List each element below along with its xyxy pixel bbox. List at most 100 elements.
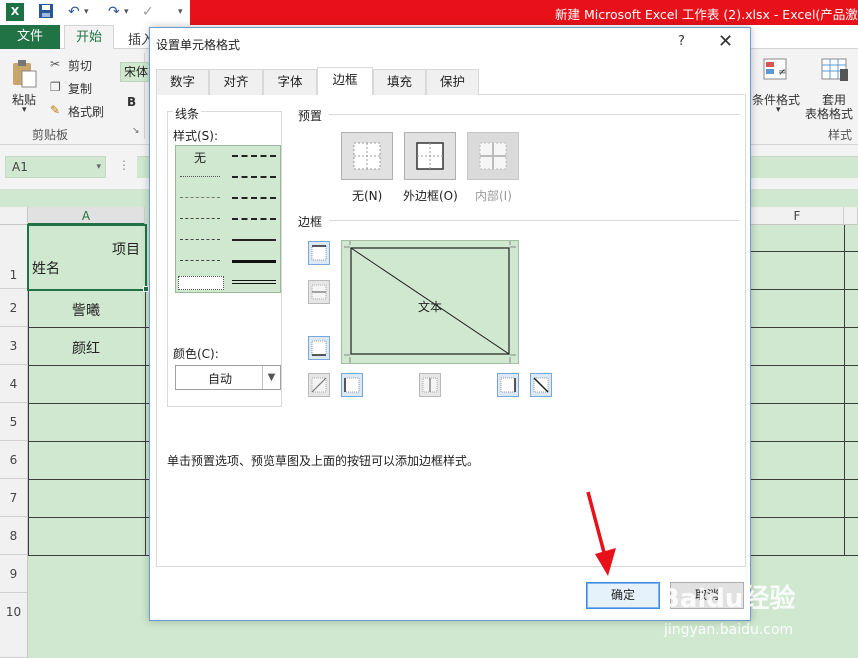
row-header-7[interactable]: 7 [0, 479, 28, 517]
line-style-option[interactable] [180, 260, 220, 261]
border-divider [329, 220, 739, 221]
format-painter-button[interactable]: 格式刷 [68, 103, 104, 120]
row-header-6[interactable]: 6 [0, 441, 28, 479]
save-icon[interactable] [38, 3, 54, 21]
tab-fill[interactable]: 填充 [373, 69, 426, 95]
border-top-button[interactable] [308, 241, 330, 265]
select-all-corner[interactable] [0, 207, 28, 225]
copy-icon[interactable]: ❐ [50, 80, 61, 94]
row-header-5[interactable]: 5 [0, 403, 28, 441]
table-border [28, 479, 150, 480]
svg-text:≠: ≠ [778, 67, 786, 78]
line-style-option[interactable] [232, 197, 276, 199]
border-diagonal-up-icon [311, 377, 327, 393]
line-style-list[interactable]: 无 [175, 145, 281, 293]
conditional-format-dropdown-icon[interactable]: ▾ [776, 105, 781, 115]
line-style-option[interactable] [232, 218, 276, 220]
preset-outline-button[interactable] [404, 132, 456, 180]
line-style-option[interactable] [232, 155, 276, 157]
tab-font[interactable]: 字体 [263, 69, 317, 95]
preset-divider [329, 114, 739, 115]
line-style-option[interactable] [232, 260, 276, 263]
annotation-arrow-icon [586, 491, 616, 576]
row-header-4[interactable]: 4 [0, 365, 28, 403]
border-section-label: 边框 [298, 215, 323, 229]
preset-none-label[interactable]: 无(N) [352, 187, 382, 204]
redo-dropdown-icon[interactable]: ▾ [124, 3, 129, 21]
font-name-box[interactable]: 宋体 [120, 62, 150, 82]
color-select[interactable]: 自动 ▼ [175, 365, 281, 390]
tab-protection[interactable]: 保护 [426, 69, 479, 95]
row-header-1[interactable]: 1 [0, 225, 28, 289]
preset-outline-label[interactable]: 外边框(O) [403, 187, 458, 204]
tab-alignment[interactable]: 对齐 [209, 69, 263, 95]
row-header-10[interactable]: 10 [0, 593, 28, 658]
column-header-f[interactable]: F [751, 207, 844, 225]
row-header-8[interactable]: 8 [0, 517, 28, 555]
undo-icon[interactable]: ↶ [68, 3, 80, 21]
tab-border[interactable]: 边框 [317, 67, 373, 96]
border-left-button[interactable] [341, 373, 363, 397]
line-style-option[interactable] [180, 176, 220, 177]
name-box-dropdown-icon[interactable]: ▾ [96, 157, 101, 177]
border-diagonal-down-button[interactable] [530, 373, 552, 397]
close-icon[interactable]: ✕ [718, 31, 733, 52]
redo-icon[interactable]: ↷ [108, 3, 120, 21]
border-preview[interactable]: 文本 [341, 240, 519, 364]
column-header-a[interactable]: A [28, 207, 145, 225]
bold-button[interactable]: B [127, 95, 136, 109]
cut-button[interactable]: 剪切 [68, 57, 92, 74]
copy-button[interactable]: 复制 [68, 80, 92, 97]
preset-inside-button [467, 132, 519, 180]
paste-icon[interactable] [10, 59, 38, 92]
cell-a1-name: 姓名 [32, 261, 60, 277]
preset-none-icon [353, 142, 381, 170]
style-label: 样式(S): [173, 129, 219, 143]
line-style-option[interactable] [180, 197, 220, 198]
color-label: 颜色(C): [173, 347, 219, 361]
table-border [28, 517, 150, 518]
dialog-title: 设置单元格格式 [156, 38, 241, 52]
border-inside-horizontal-button[interactable] [308, 280, 330, 304]
line-style-option[interactable] [232, 176, 276, 178]
line-style-selected-thin[interactable] [178, 276, 224, 290]
spelling-icon[interactable]: ✓ [142, 3, 154, 21]
tab-home[interactable]: 开始 [64, 25, 114, 50]
row-header-3[interactable]: 3 [0, 327, 28, 365]
ok-button[interactable]: 确定 [586, 582, 660, 609]
column-header-g[interactable] [844, 207, 858, 225]
styles-group-label: 样式 [828, 128, 853, 142]
row-header-2[interactable]: 2 [0, 289, 28, 327]
clipboard-launcher-icon[interactable]: ↘ [132, 126, 140, 136]
cut-icon[interactable]: ✂ [50, 57, 60, 71]
border-diagonal-up-button[interactable] [308, 373, 330, 397]
cell-a3[interactable]: 颜红 [72, 338, 100, 358]
paste-dropdown-icon[interactable]: ▾ [22, 105, 27, 115]
table-border [28, 327, 150, 328]
table-format-icon[interactable] [820, 57, 850, 86]
border-right-button[interactable] [497, 373, 519, 397]
customize-qat-icon[interactable]: ▾ [178, 3, 183, 21]
conditional-format-icon[interactable]: ≠ [762, 57, 790, 86]
chevron-down-icon[interactable]: ▼ [262, 366, 280, 389]
tab-number[interactable]: 数字 [156, 69, 209, 95]
help-button[interactable]: ? [678, 34, 685, 49]
color-select-value: 自动 [208, 372, 233, 386]
undo-dropdown-icon[interactable]: ▾ [84, 3, 89, 21]
line-style-option[interactable] [232, 239, 276, 241]
cell-a2[interactable]: 訾曦 [72, 300, 100, 320]
preset-none-button[interactable] [341, 132, 393, 180]
table-border [751, 327, 858, 328]
line-style-option[interactable] [232, 280, 276, 284]
row-header-9[interactable]: 9 [0, 555, 28, 593]
format-painter-icon[interactable]: ✎ [50, 103, 60, 117]
table-format-button-line2[interactable]: 表格格式 [805, 105, 853, 122]
border-inside-vertical-button[interactable] [419, 373, 441, 397]
line-style-option[interactable] [180, 218, 220, 219]
border-bottom-button[interactable] [308, 336, 330, 360]
baidu-watermark-url: jingyan.baidu.com [664, 622, 794, 638]
line-style-none[interactable]: 无 [194, 149, 206, 166]
name-box[interactable]: A1 ▾ [5, 156, 106, 178]
line-style-option[interactable] [180, 239, 220, 240]
tab-file[interactable]: 文件 [0, 25, 60, 49]
